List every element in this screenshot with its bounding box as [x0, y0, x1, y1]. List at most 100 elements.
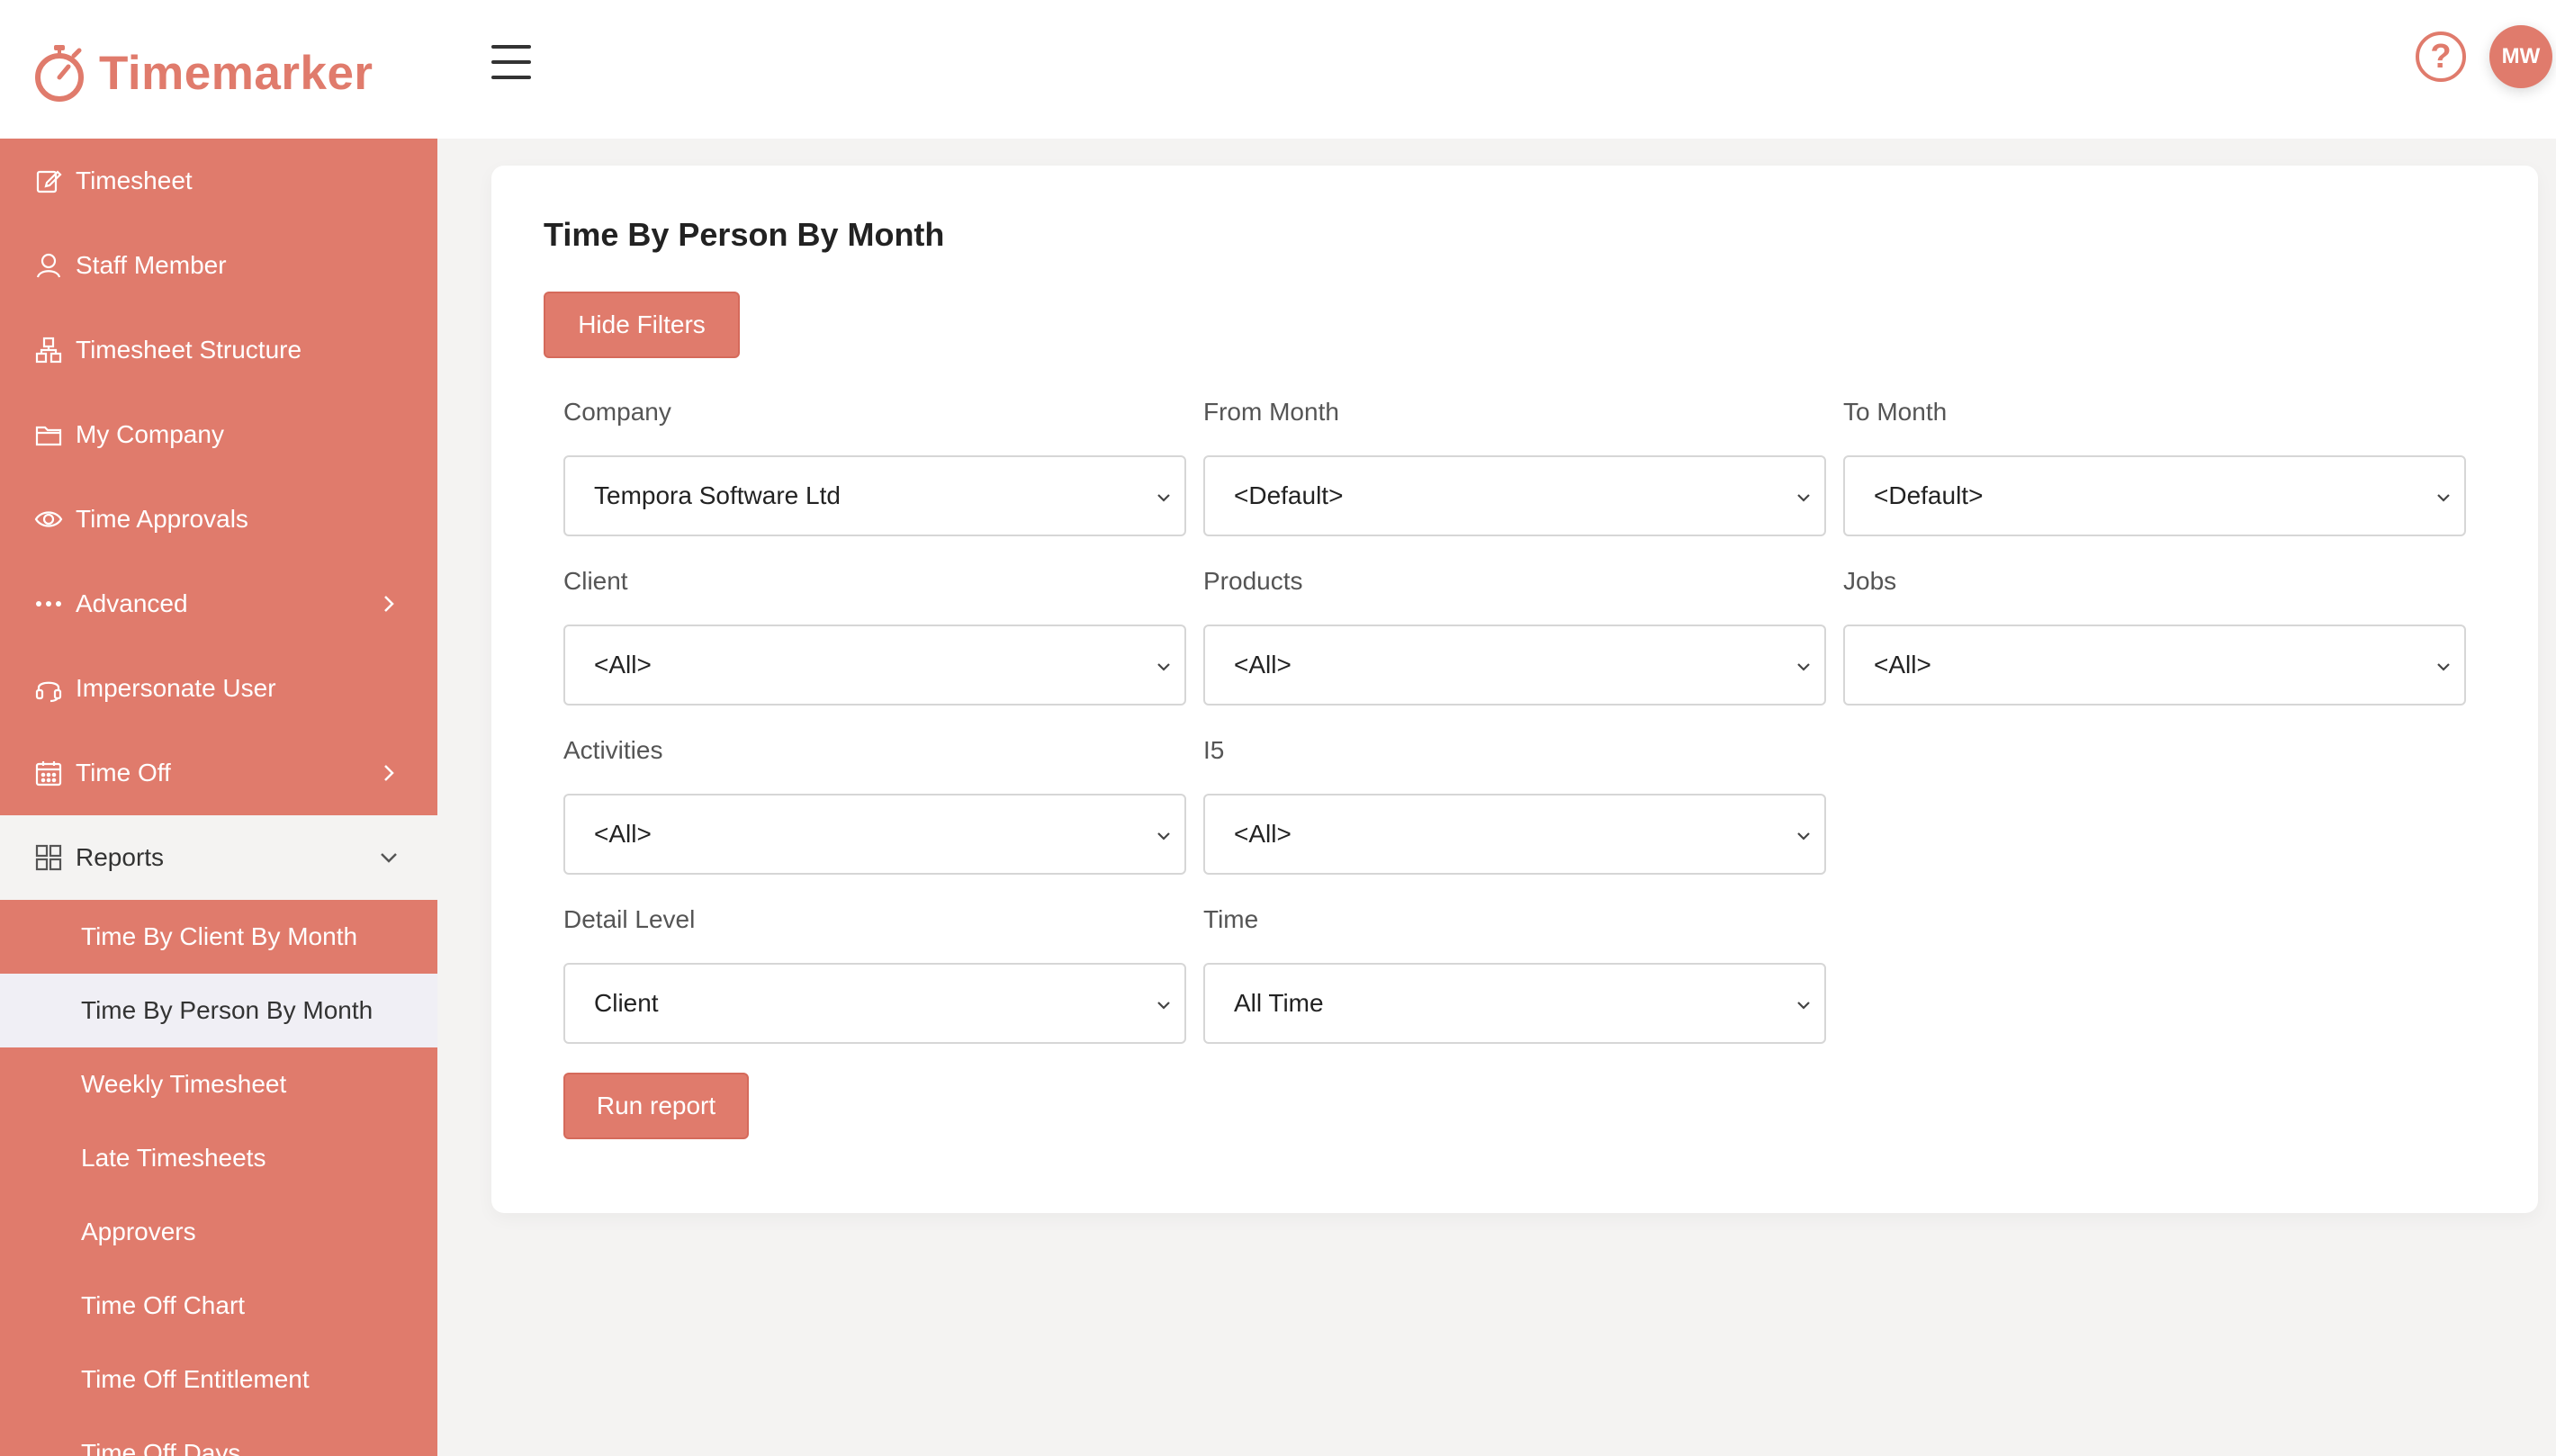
- chevron-down-icon: [1157, 663, 1170, 671]
- detail-level-value: Client: [594, 989, 659, 1017]
- sidebar-subitem-weekly-timesheet[interactable]: Weekly Timesheet: [0, 1047, 437, 1121]
- sidebar-item-label: Advanced: [76, 589, 188, 617]
- client-value: <All>: [594, 651, 652, 679]
- time-select[interactable]: All Time: [1203, 963, 1826, 1044]
- folder-icon: [34, 420, 63, 449]
- sidebar-subitem-time-off-entitlement[interactable]: Time Off Entitlement: [0, 1343, 437, 1416]
- sidebar-item-label: Time Approvals: [76, 505, 248, 533]
- company-select[interactable]: Tempora Software Ltd: [563, 455, 1186, 536]
- calendar-icon: [34, 759, 63, 787]
- structure-icon: [34, 336, 63, 364]
- jobs-label: Jobs: [1843, 567, 1897, 595]
- from-month-value: <Default>: [1234, 481, 1344, 509]
- sidebar-item-impersonate-user[interactable]: Impersonate User: [0, 646, 437, 731]
- time-label: Time: [1203, 905, 1259, 933]
- sidebar-item-label: Reports: [76, 843, 165, 871]
- detail-level-field: Detail Level Client: [563, 905, 1186, 1044]
- sidebar-subitem-time-by-person-by-month[interactable]: Time By Person By Month: [0, 974, 437, 1047]
- from-month-field: From Month <Default>: [1203, 398, 1826, 536]
- i5-value: <All>: [1234, 820, 1292, 848]
- sidebar-subitem-time-off-days[interactable]: Time Off Days: [0, 1416, 437, 1456]
- chevron-down-icon: [1797, 663, 1810, 671]
- app-root: Timemarker ? MW Timesheet Staff Member T…: [0, 0, 2556, 1456]
- products-label: Products: [1203, 567, 1303, 595]
- sidebar: Timesheet Staff Member Timesheet Structu…: [0, 139, 437, 1456]
- sidebar-item-time-approvals[interactable]: Time Approvals: [0, 477, 437, 562]
- company-label: Company: [563, 398, 671, 426]
- brand-logo[interactable]: Timemarker: [32, 41, 374, 104]
- chevron-down-icon: [381, 853, 397, 863]
- sidebar-item-staff-member[interactable]: Staff Member: [0, 223, 437, 308]
- sidebar-item-label: Time Off: [76, 759, 171, 786]
- chevron-down-icon: [1157, 1002, 1170, 1010]
- headset-icon: [34, 674, 63, 703]
- sidebar-item-reports[interactable]: Reports: [0, 815, 437, 900]
- grid-icon: [34, 843, 63, 872]
- chevron-down-icon: [1157, 832, 1170, 840]
- activities-value: <All>: [594, 820, 652, 848]
- avatar[interactable]: MW: [2489, 25, 2552, 88]
- chevron-down-icon: [1157, 494, 1170, 502]
- stopwatch-icon: [35, 45, 84, 102]
- client-field: Client <All>: [563, 567, 1186, 706]
- detail-level-label: Detail Level: [563, 905, 696, 933]
- jobs-field: Jobs <All>: [1843, 567, 2466, 706]
- to-month-value: <Default>: [1874, 481, 1984, 509]
- menu-toggle-icon[interactable]: [491, 45, 533, 81]
- from-month-label: From Month: [1203, 398, 1339, 426]
- sidebar-item-advanced[interactable]: Advanced: [0, 562, 437, 646]
- products-select[interactable]: <All>: [1203, 625, 1826, 706]
- time-value: All Time: [1234, 989, 1324, 1017]
- user-icon: [34, 251, 63, 280]
- brand-name: Timemarker: [99, 46, 374, 100]
- activities-select[interactable]: <All>: [563, 794, 1186, 875]
- more-dots-icon: [34, 589, 63, 618]
- sidebar-item-label: Timesheet: [76, 166, 193, 194]
- products-value: <All>: [1234, 651, 1292, 679]
- run-report-button[interactable]: Run report: [563, 1073, 749, 1139]
- jobs-select[interactable]: <All>: [1843, 625, 2466, 706]
- sidebar-item-label: Staff Member: [76, 251, 227, 279]
- chevron-down-icon: [2437, 663, 2450, 671]
- sidebar-item-my-company[interactable]: My Company: [0, 392, 437, 477]
- chevron-down-icon: [1797, 1002, 1810, 1010]
- chevron-right-icon: [384, 596, 394, 612]
- client-label: Client: [563, 567, 628, 595]
- jobs-value: <All>: [1874, 651, 1931, 679]
- chevron-down-icon: [2437, 494, 2450, 502]
- activities-label: Activities: [563, 736, 663, 764]
- sidebar-item-time-off[interactable]: Time Off: [0, 731, 437, 815]
- to-month-select[interactable]: <Default>: [1843, 455, 2466, 536]
- help-icon[interactable]: ?: [2416, 31, 2466, 82]
- chevron-down-icon: [1797, 832, 1810, 840]
- sidebar-subitem-time-off-chart[interactable]: Time Off Chart: [0, 1269, 437, 1343]
- products-field: Products <All>: [1203, 567, 1826, 706]
- activities-field: Activities <All>: [563, 736, 1186, 875]
- top-bar: Timemarker ? MW: [0, 0, 2556, 139]
- chevron-right-icon: [384, 765, 394, 781]
- sidebar-item-label: Timesheet Structure: [76, 336, 302, 364]
- client-select[interactable]: <All>: [563, 625, 1186, 706]
- sidebar-subitem-late-timesheets[interactable]: Late Timesheets: [0, 1121, 437, 1195]
- report-card: Time By Person By Month Hide Filters Com…: [491, 166, 2538, 1213]
- sidebar-item-label: My Company: [76, 420, 224, 448]
- eye-icon: [34, 505, 63, 534]
- sidebar-subitem-time-by-client-by-month[interactable]: Time By Client By Month: [0, 900, 437, 974]
- chevron-down-icon: [1797, 494, 1810, 502]
- page-title: Time By Person By Month: [544, 216, 945, 253]
- to-month-field: To Month <Default>: [1843, 398, 2466, 536]
- sidebar-subitem-approvers[interactable]: Approvers: [0, 1195, 437, 1269]
- sidebar-item-timesheet-structure[interactable]: Timesheet Structure: [0, 308, 437, 392]
- i5-label: I5: [1203, 736, 1225, 764]
- company-value: Tempora Software Ltd: [594, 481, 841, 509]
- from-month-select[interactable]: <Default>: [1203, 455, 1826, 536]
- sidebar-item-timesheet[interactable]: Timesheet: [0, 139, 437, 223]
- sidebar-item-label: Impersonate User: [76, 674, 276, 702]
- to-month-label: To Month: [1843, 398, 1948, 426]
- hide-filters-button[interactable]: Hide Filters: [544, 292, 740, 358]
- time-field: Time All Time: [1203, 905, 1826, 1044]
- i5-field: I5 <All>: [1203, 736, 1826, 875]
- detail-level-select[interactable]: Client: [563, 963, 1186, 1044]
- i5-select[interactable]: <All>: [1203, 794, 1826, 875]
- company-field: Company Tempora Software Ltd: [563, 398, 1186, 536]
